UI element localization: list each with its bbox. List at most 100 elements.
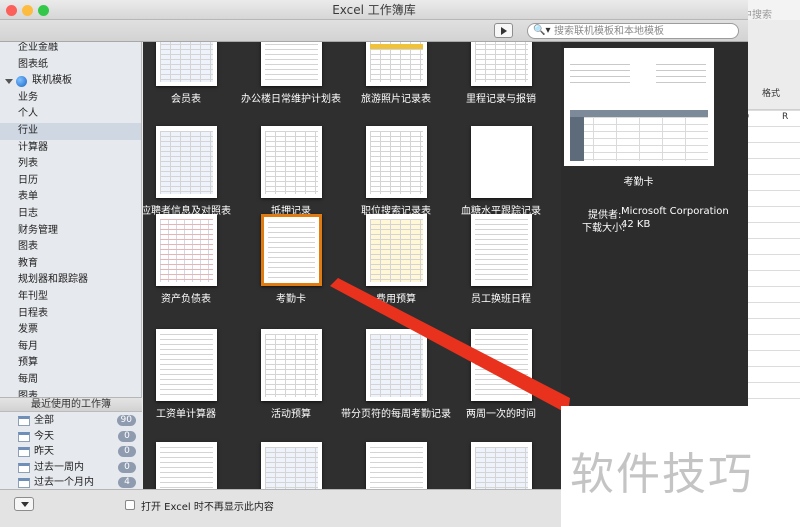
template-thumbnail[interactable] xyxy=(261,214,322,286)
background-ribbon: 格式 xyxy=(740,20,800,110)
template-caption: 工资单计算器 xyxy=(156,409,216,420)
sidebar-item[interactable]: 图表纸 xyxy=(0,57,141,74)
template-thumbnail[interactable] xyxy=(261,442,322,489)
calendar-icon xyxy=(18,416,30,426)
sidebar-item[interactable]: 图表 xyxy=(0,239,141,256)
sidebar-item[interactable]: 个人 xyxy=(0,106,141,123)
size-label: 下载大小: xyxy=(582,223,626,234)
template-tile[interactable]: 活动预算 xyxy=(252,329,330,420)
minimize-window-button[interactable] xyxy=(22,5,33,16)
view-toggle-button[interactable] xyxy=(494,23,513,38)
template-tile[interactable]: 办公楼日常维护计划表 xyxy=(241,42,341,105)
template-thumbnail[interactable] xyxy=(261,329,322,401)
sidebar-item[interactable]: 企业金融 xyxy=(0,42,141,57)
template-thumbnail[interactable] xyxy=(471,442,532,489)
template-thumbnail[interactable] xyxy=(366,442,427,489)
sidebar-item[interactable]: 发票 xyxy=(0,322,141,339)
template-thumbnail[interactable] xyxy=(156,442,217,489)
window-title: Excel 工作簿库 xyxy=(332,3,416,17)
template-caption: 旅游照片记录表 xyxy=(361,94,431,105)
template-caption: 活动预算 xyxy=(271,409,311,420)
template-thumbnail[interactable] xyxy=(261,126,322,198)
sidebar-item[interactable]: 年刊型 xyxy=(0,289,141,306)
template-tile[interactable]: 旅游照片记录表 xyxy=(357,42,435,105)
template-gallery: 会员表 办公楼日常维护计划表 旅游照片记录表 里程记录与报销应聘者信息及对照表 抵押记录… xyxy=(143,42,561,489)
sidebar-item-label: 财务管理 xyxy=(18,224,58,236)
sidebar-item[interactable]: 列表 xyxy=(0,156,141,173)
sidebar-item-label: 列表 xyxy=(18,158,38,170)
template-thumbnail[interactable] xyxy=(471,214,532,286)
search-field[interactable]: 🔍▾ xyxy=(527,23,739,39)
show-menu-button[interactable] xyxy=(14,497,34,511)
recent-row[interactable]: 昨天 0 xyxy=(0,444,142,460)
template-caption: 带分页符的每周考勤记录 xyxy=(341,409,451,420)
template-thumbnail[interactable] xyxy=(366,126,427,198)
template-tile[interactable]: 应聘者信息及对照表 xyxy=(143,126,231,217)
template-tile-partial[interactable] xyxy=(462,442,540,489)
template-thumbnail[interactable] xyxy=(366,42,427,86)
sidebar-item[interactable]: 教育 xyxy=(0,256,141,273)
preview-template-name: 考勤卡 xyxy=(623,177,654,188)
template-caption: 会员表 xyxy=(171,94,201,105)
template-thumbnail[interactable] xyxy=(471,42,532,86)
template-tile[interactable]: 工资单计算器 xyxy=(147,329,225,420)
sidebar-item[interactable]: 每周 xyxy=(0,372,141,389)
sidebar-item[interactable]: 日程表 xyxy=(0,306,141,323)
template-thumbnail[interactable] xyxy=(471,329,532,401)
template-tile[interactable]: 费用预算 xyxy=(357,214,435,305)
sidebar-item-label: 行业 xyxy=(18,125,38,136)
recent-workbooks-heading: 最近使用的工作簿 xyxy=(0,398,142,412)
template-tile-partial[interactable] xyxy=(147,442,225,489)
sidebar-item[interactable]: 业务 xyxy=(0,90,141,107)
close-window-button[interactable] xyxy=(6,5,17,16)
template-tile[interactable]: 抵押记录 xyxy=(252,126,330,217)
sidebar-item-label: 发票 xyxy=(18,324,38,336)
template-tile[interactable]: 职位搜索记录表 xyxy=(357,126,435,217)
sidebar-item[interactable]: 规划器和跟踪器 xyxy=(0,272,141,289)
recent-row[interactable]: 今天 0 xyxy=(0,429,142,445)
template-tile[interactable]: 员工换班日程 xyxy=(462,214,540,305)
template-thumbnail[interactable] xyxy=(156,126,217,198)
title-bar: Excel 工作簿库 xyxy=(0,0,748,20)
sidebar-item[interactable]: 日历 xyxy=(0,173,141,190)
sidebar-item[interactable]: 行业 xyxy=(0,123,141,140)
sidebar-item-label: 计算器 xyxy=(18,141,48,153)
template-tile[interactable]: 会员表 xyxy=(147,42,225,105)
template-tile[interactable]: 考勤卡 xyxy=(252,214,330,305)
template-tile[interactable]: 带分页符的每周考勤记录 xyxy=(341,329,451,420)
zoom-window-button[interactable] xyxy=(38,5,49,16)
sidebar-item-label: 图表纸 xyxy=(18,58,48,70)
template-thumbnail[interactable] xyxy=(366,214,427,286)
search-icon[interactable]: 🔍▾ xyxy=(533,25,550,36)
template-thumbnail[interactable] xyxy=(156,214,217,286)
sidebar-item[interactable]: 表单 xyxy=(0,189,141,206)
template-tile[interactable]: 里程记录与报销 xyxy=(462,42,540,105)
template-tile[interactable]: 血糖水平跟踪记录 xyxy=(461,126,541,217)
template-thumbnail[interactable] xyxy=(471,126,532,198)
sidebar-item[interactable]: 预算 xyxy=(0,355,141,372)
sidebar-item[interactable]: 每月 xyxy=(0,339,141,356)
sidebar-item[interactable]: 财务管理 xyxy=(0,223,141,240)
dont-show-again-checkbox[interactable] xyxy=(125,500,135,510)
template-thumbnail[interactable] xyxy=(156,42,217,86)
template-tile-partial[interactable] xyxy=(252,442,330,489)
template-thumbnail[interactable] xyxy=(366,329,427,401)
provider-value: Microsoft Corporation xyxy=(621,206,729,217)
sidebar-item[interactable]: 日志 xyxy=(0,206,141,223)
template-caption: 员工换班日程 xyxy=(471,294,531,305)
template-tile-partial[interactable] xyxy=(357,442,435,489)
background-col-r: R xyxy=(782,112,789,122)
recent-row[interactable]: 过去一周内 0 xyxy=(0,460,142,476)
recent-row[interactable]: 全部 90 xyxy=(0,413,142,429)
calendar-icon xyxy=(18,478,30,488)
template-thumbnail[interactable] xyxy=(156,329,217,401)
recent-row-label: 昨天 xyxy=(34,446,54,457)
sidebar-item[interactable]: 联机模板 xyxy=(0,73,141,90)
sidebar-item[interactable]: 计算器 xyxy=(0,140,141,157)
toolbar: 🔍▾ xyxy=(0,20,748,42)
template-thumbnail[interactable] xyxy=(261,42,322,86)
template-tile[interactable]: 两周一次的时间 xyxy=(462,329,540,420)
recent-row-label: 全部 xyxy=(34,415,54,426)
search-input[interactable] xyxy=(554,25,734,37)
template-tile[interactable]: 资产负债表 xyxy=(147,214,225,305)
